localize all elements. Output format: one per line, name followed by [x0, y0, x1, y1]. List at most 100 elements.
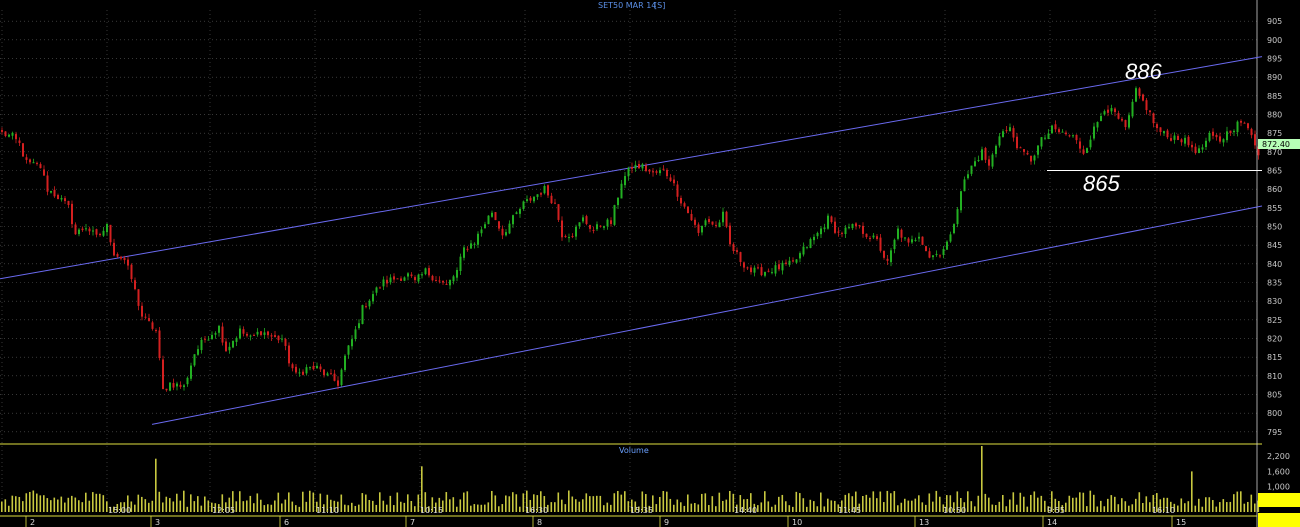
candle-body [81, 228, 84, 231]
candle-body [183, 385, 185, 388]
candle-body [610, 220, 612, 224]
volume-bar [351, 502, 353, 512]
candle-body [4, 131, 7, 137]
candle-body [179, 384, 182, 387]
candle-body [764, 271, 766, 276]
candle-body [652, 171, 654, 173]
volume-bar [400, 501, 402, 512]
volume-bar [725, 499, 728, 512]
volume-bar [1198, 498, 1200, 512]
candle-body [977, 159, 980, 161]
candle-body [795, 259, 798, 263]
candle-body [351, 339, 353, 347]
volume-bar [309, 490, 311, 512]
candle-body [1026, 152, 1029, 155]
candle-body [291, 364, 294, 369]
volume-bar [515, 494, 518, 512]
candle-body [295, 366, 297, 373]
candle-body [1201, 147, 1204, 150]
y-tick-label: 885 [1267, 92, 1282, 101]
volume-bar [680, 502, 682, 512]
candle-body [1177, 135, 1179, 141]
candle-body [1205, 140, 1207, 148]
volume-bar [585, 493, 588, 512]
volume-bar [39, 495, 42, 512]
volume-bar [57, 499, 59, 512]
candle-body [501, 228, 504, 236]
axis-corner-badge [1258, 513, 1300, 527]
volume-bar [298, 506, 301, 512]
y-tick-label: 810 [1267, 372, 1282, 381]
candle-body [221, 326, 224, 343]
candle-body [925, 246, 927, 251]
candle-body [88, 228, 91, 232]
candle-body [855, 223, 857, 227]
candle-body [662, 168, 665, 170]
volume-bar [715, 506, 717, 512]
volume-bar [830, 500, 833, 512]
volume-bar [477, 504, 479, 512]
candle-body [95, 229, 98, 235]
candle-body [687, 206, 689, 214]
volume-bar [977, 495, 980, 512]
candle-body [309, 367, 311, 369]
candle-body [1170, 138, 1172, 141]
candle-body [302, 371, 304, 375]
candle-body [974, 161, 976, 167]
candle-body [715, 224, 717, 226]
volume-bar [1149, 502, 1151, 512]
volume-bar [256, 493, 259, 512]
candle-body [508, 223, 511, 234]
chart-title-suffix: [S] [654, 1, 665, 10]
candle-body [599, 225, 602, 227]
candle-body [1002, 131, 1004, 138]
candle-body [704, 220, 707, 226]
candle-body [155, 330, 157, 332]
volume-bar [193, 501, 196, 512]
volume-bar [32, 490, 35, 512]
candle-body [708, 219, 710, 223]
candle-body [911, 239, 913, 243]
candle-body [109, 224, 112, 243]
candle-body [666, 169, 668, 177]
x-time-label: 11:10 [316, 506, 339, 515]
volume-bar [701, 493, 703, 512]
volume-bar [277, 492, 280, 512]
volume-bar [1012, 492, 1015, 512]
volume-bar [620, 494, 623, 512]
candle-body [1198, 148, 1200, 154]
candle-body [1019, 147, 1022, 149]
candle-body [729, 225, 731, 245]
volume-bar [183, 490, 185, 512]
candle-body [421, 274, 423, 276]
volume-bar [1208, 497, 1211, 512]
volume-bar [792, 506, 794, 512]
volume-bar [1191, 471, 1193, 512]
volume-bar [1233, 494, 1235, 512]
y-tick-label: 850 [1267, 223, 1282, 232]
candle-body [1222, 139, 1225, 143]
volume-bar [655, 504, 658, 512]
candle-body [946, 241, 948, 250]
volume-bar [785, 501, 787, 512]
volume-bar [697, 504, 700, 512]
y-tick-label: 865 [1267, 167, 1282, 176]
volume-bar [396, 492, 399, 512]
y-tick-label: 905 [1267, 17, 1282, 26]
volume-bar [29, 491, 31, 512]
candle-body [480, 229, 483, 234]
volume-bar [15, 496, 17, 512]
volume-bar [603, 505, 605, 512]
volume-bar [207, 500, 210, 512]
volume-bar [918, 495, 920, 512]
volume-bar [1240, 491, 1242, 512]
candle-body [778, 264, 780, 270]
candle-body [445, 283, 448, 285]
candle-body [1226, 131, 1228, 141]
candle-body [22, 143, 24, 157]
price-chart[interactable]: 7958008058108158208258308358408458508558… [0, 0, 1300, 527]
volume-bar [295, 505, 297, 512]
candle-body [1051, 125, 1053, 134]
volume-bar [71, 495, 73, 512]
candle-body [732, 244, 735, 251]
